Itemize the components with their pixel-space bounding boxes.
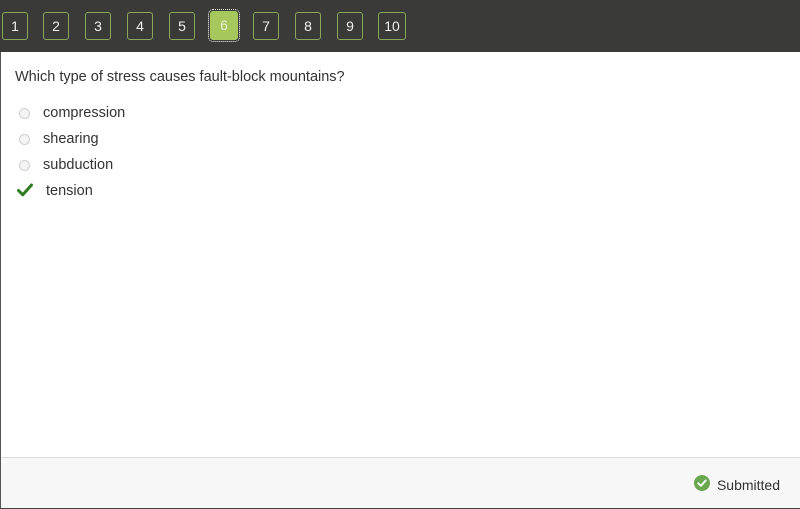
answer-label: tension	[46, 183, 93, 199]
question-nav-3[interactable]: 3	[85, 12, 111, 40]
question-nav-1[interactable]: 1	[2, 12, 28, 40]
question-nav-9[interactable]: 9	[337, 12, 363, 40]
radio-button[interactable]	[19, 107, 30, 119]
question-navigation-bar: 1 2 3 4 5 6 7 8 9 10	[0, 0, 800, 52]
question-nav-8[interactable]: 8	[295, 12, 321, 40]
radio-button[interactable]	[19, 133, 30, 145]
submitted-label: Submitted	[716, 476, 780, 493]
checkmark-icon	[17, 183, 33, 202]
radio-button[interactable]	[19, 159, 30, 171]
question-nav-5[interactable]: 5	[169, 12, 195, 40]
footer-bar: Submitted	[1, 457, 800, 508]
submitted-status: Submitted	[693, 475, 780, 494]
question-nav-6-current[interactable]: 6	[208, 9, 240, 42]
answer-label: shearing	[43, 131, 99, 147]
answer-option-shearing[interactable]: shearing	[15, 129, 99, 149]
answer-option-subduction[interactable]: subduction	[15, 155, 113, 175]
question-nav-7[interactable]: 7	[253, 12, 279, 40]
question-nav-10[interactable]: 10	[378, 12, 406, 40]
question-text: Which type of stress causes fault-block …	[15, 69, 345, 85]
question-nav-4[interactable]: 4	[127, 12, 153, 40]
check-circle-icon	[693, 475, 710, 494]
question-nav-2[interactable]: 2	[43, 12, 69, 40]
answer-option-compression[interactable]: compression	[15, 103, 125, 123]
answer-label: subduction	[43, 157, 114, 173]
answer-label: compression	[43, 105, 126, 121]
